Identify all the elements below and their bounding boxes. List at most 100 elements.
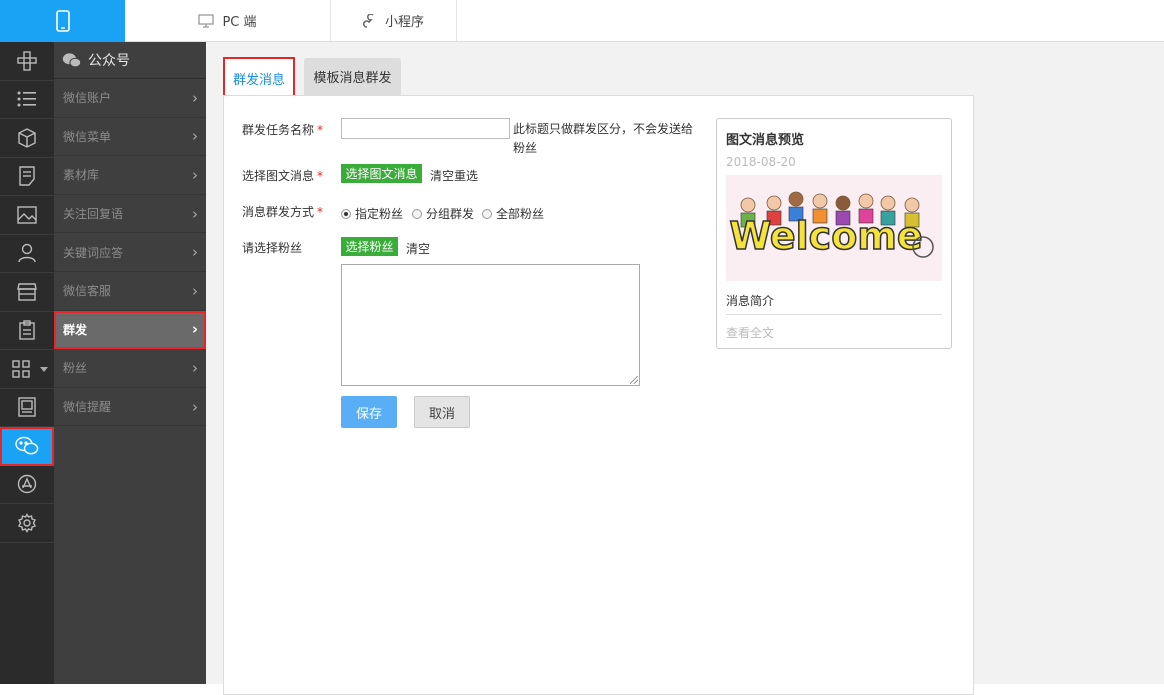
radio-label: 全部粉丝 (496, 207, 545, 221)
cube-icon (18, 127, 36, 148)
chevron-right-icon: › (192, 127, 198, 146)
welcome-illustration: Welcome (729, 191, 934, 259)
select-news-label: 选择图文消息 * (242, 167, 323, 184)
sidebar-item-follow-reply[interactable]: 关注回复语 › (54, 195, 206, 234)
preview-image: Welcome (726, 175, 942, 281)
plugin-icon (17, 51, 37, 71)
sidebar-item-label: 微信菜单 (63, 129, 112, 144)
sidebar-header-label: 公众号 (88, 53, 130, 69)
cancel-button[interactable]: 取消 (414, 396, 470, 428)
chevron-right-icon: › (192, 281, 198, 300)
radio-specified-fans[interactable]: 指定粉丝 (341, 205, 403, 222)
radio-icon (412, 208, 422, 219)
sidebar-item-label: 微信客服 (63, 284, 112, 299)
rail-store[interactable] (0, 273, 54, 312)
sidebar-item-material[interactable]: 素材库 › (54, 156, 206, 195)
sidebar-item-wechat-menu[interactable]: 微信菜单 › (54, 118, 206, 157)
icon-rail (0, 42, 54, 684)
divider (726, 314, 942, 315)
wechat-icon (62, 52, 82, 67)
radio-label: 分组群发 (426, 207, 475, 221)
read-more-link[interactable]: 查看全文 (726, 324, 774, 341)
rail-cube[interactable] (0, 119, 54, 158)
sidebar-item-label: 微信账户 (63, 91, 112, 106)
required-mark: * (317, 123, 324, 137)
rail-image[interactable] (0, 196, 54, 235)
select-news-button[interactable]: 选择图文消息 (341, 164, 422, 183)
label-text: 消息群发方式 (242, 205, 315, 219)
rail-settings[interactable] (0, 504, 54, 543)
preview-date: 2018-08-20 (726, 155, 796, 169)
reset-selection-link[interactable]: 清空重选 (430, 167, 478, 184)
sidebar-item-label: 素材库 (63, 168, 100, 183)
resize-grip-icon[interactable] (630, 376, 638, 384)
chevron-right-icon: › (192, 88, 198, 107)
sidebar-item-fans[interactable]: 粉丝 › (54, 349, 206, 388)
chevron-right-icon: › (192, 397, 198, 416)
radio-icon (341, 208, 351, 219)
sidebar-item-keyword-reply[interactable]: 关键词应答 › (54, 233, 206, 272)
rail-page[interactable] (0, 389, 54, 427)
task-name-hint: 此标题只做群发区分，不会发送给粉丝 (513, 122, 694, 155)
chevron-right-icon: › (192, 243, 198, 262)
pc-tab-label: PC 端 (222, 15, 257, 30)
top-bar: PC 端 小程序 (0, 0, 1164, 42)
radio-icon (482, 208, 492, 219)
send-mode-label: 消息群发方式 * (242, 203, 323, 220)
mini-program-tab[interactable]: 小程序 (331, 0, 457, 41)
clear-fans-link[interactable]: 清空 (406, 240, 430, 257)
rail-wechat[interactable] (0, 427, 54, 466)
radio-label: 指定粉丝 (355, 207, 404, 221)
radio-all-fans[interactable]: 全部粉丝 (482, 205, 544, 222)
save-button[interactable]: 保存 (341, 396, 397, 428)
form-panel: 群发任务名称 * 此标题只做群发区分，不会发送给粉丝 选择图文消息 * 选择图文消息… (223, 95, 974, 695)
pc-tab[interactable]: PC 端 (125, 0, 331, 41)
tab-label: 群发消息 (232, 72, 285, 88)
fans-textarea[interactable] (341, 264, 640, 386)
list-icon (17, 91, 36, 107)
wechat-icon (15, 436, 39, 455)
select-fans-button[interactable]: 选择粉丝 (341, 237, 398, 256)
task-name-input[interactable] (341, 118, 510, 139)
sidebar-item-mass-send[interactable]: 群发 › (54, 310, 206, 350)
preview-summary: 消息简介 (726, 294, 775, 308)
mini-program-icon (363, 13, 374, 28)
sidebar-item-label: 微信提醒 (63, 400, 112, 415)
preview-title: 图文消息预览 (726, 133, 805, 148)
rail-list[interactable] (0, 81, 54, 119)
sidebar-item-wechat-account[interactable]: 微信账户 › (54, 79, 206, 118)
sidebar-item-customer-service[interactable]: 微信客服 › (54, 272, 206, 311)
sidebar-item-label: 关键词应答 (63, 245, 124, 260)
mini-program-tab-label: 小程序 (384, 15, 424, 30)
sidebar-item-label: 粉丝 (63, 361, 88, 376)
mobile-tab[interactable] (0, 0, 125, 42)
rail-clipboard[interactable] (0, 312, 54, 350)
news-preview-card: 图文消息预览 2018-08-20 Welcome 消息简介 查看全文 (716, 118, 952, 349)
user-icon (18, 244, 36, 263)
sidebar: 公众号 微信账户 › 微信菜单 › 素材库 › 关注回复语 › 关键词应答 › 微信客服 ›… (54, 42, 206, 684)
sidebar-item-label: 关注回复语 (63, 207, 124, 222)
apps-grid-icon (12, 360, 30, 378)
required-mark: * (317, 169, 324, 183)
rail-plugin[interactable] (0, 42, 54, 81)
rail-apps[interactable] (0, 350, 54, 389)
mobile-phone-icon (55, 10, 70, 32)
store-icon (17, 283, 37, 301)
label-text: 选择图文消息 (242, 169, 315, 183)
tab-template-mass-message[interactable]: 模板消息群发 (304, 58, 401, 95)
rail-appstore[interactable] (0, 466, 54, 504)
page-icon (18, 397, 36, 417)
task-name-label: 群发任务名称 * (242, 121, 323, 138)
chevron-right-icon: › (192, 358, 198, 377)
main-content: 群发消息 模板消息群发 群发任务名称 * 此标题只做群发区分，不会发送给粉丝 选择… (206, 42, 1164, 695)
rail-document[interactable] (0, 158, 54, 196)
sidebar-item-wechat-reminder[interactable]: 微信提醒 › (54, 388, 206, 427)
chevron-right-icon: › (192, 204, 198, 223)
tab-mass-message[interactable]: 群发消息 (223, 57, 295, 97)
radio-group-send[interactable]: 分组群发 (412, 205, 474, 222)
chevron-right-icon: › (191, 320, 198, 339)
appstore-icon (17, 475, 37, 494)
chevron-down-icon (40, 367, 48, 372)
rail-user[interactable] (0, 235, 54, 273)
required-mark: * (317, 205, 324, 219)
